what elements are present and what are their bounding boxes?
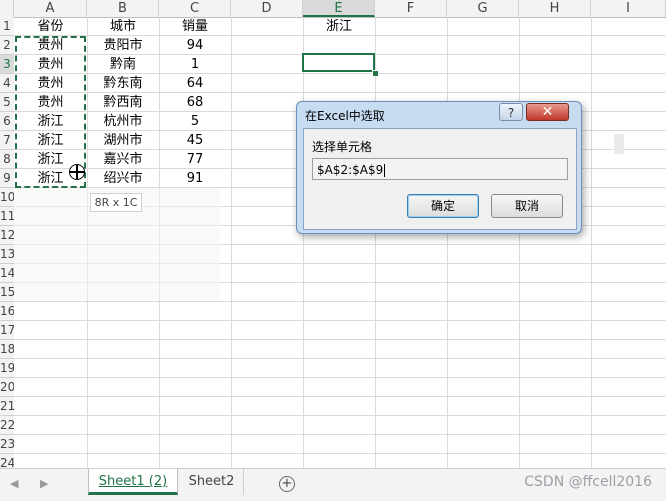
cell-c4[interactable]: 64 bbox=[159, 74, 231, 93]
column-header-f[interactable]: F bbox=[375, 0, 447, 17]
cell-a1[interactable]: 省份 bbox=[14, 17, 87, 36]
row-header-1[interactable]: 1 bbox=[0, 17, 14, 36]
column-header-e[interactable]: E bbox=[303, 0, 375, 17]
grid-row-line bbox=[14, 339, 666, 340]
cell-b2[interactable]: 贵阳市 bbox=[87, 36, 159, 55]
select-range-dialog: 在Excel中选取 ? ✕ 选择单元格 $A$2:$A$9 确定 取消 bbox=[296, 101, 582, 234]
grid-column-line bbox=[519, 17, 520, 468]
row-header-17[interactable]: 17 bbox=[0, 321, 14, 340]
add-sheet-icon[interactable]: + bbox=[279, 476, 295, 492]
tab-sheet1-2[interactable]: Sheet1 (2) bbox=[88, 469, 178, 495]
column-header-c[interactable]: C bbox=[159, 0, 231, 17]
cell-c3[interactable]: 1 bbox=[159, 55, 231, 74]
row-header-2[interactable]: 2 bbox=[0, 36, 14, 55]
column-header-a[interactable]: A bbox=[14, 0, 87, 17]
row-header-22[interactable]: 22 bbox=[0, 416, 14, 435]
row-header-3[interactable]: 3 bbox=[0, 55, 14, 74]
row-header-10[interactable]: 10 bbox=[0, 188, 14, 207]
close-button[interactable]: ✕ bbox=[526, 103, 569, 121]
cell-c9[interactable]: 91 bbox=[159, 169, 231, 188]
grid-row-line bbox=[14, 415, 666, 416]
grid-column-line bbox=[375, 17, 376, 468]
scroll-tabs-left-icon[interactable]: ◀ bbox=[10, 477, 18, 490]
move-cursor-icon bbox=[69, 164, 85, 180]
grid-column-line bbox=[303, 17, 304, 468]
row-header-12[interactable]: 12 bbox=[0, 226, 14, 245]
grid-row-line bbox=[14, 396, 666, 397]
active-cell-e3[interactable] bbox=[302, 53, 375, 72]
row-header-9[interactable]: 9 bbox=[0, 169, 14, 188]
cell-b1[interactable]: 城市 bbox=[87, 17, 159, 36]
row-header-21[interactable]: 21 bbox=[0, 397, 14, 416]
row-header-5[interactable]: 5 bbox=[0, 93, 14, 112]
text-caret bbox=[384, 164, 386, 177]
range-input-value: $A$2:$A$9 bbox=[317, 163, 384, 177]
grid-row-line bbox=[14, 377, 666, 378]
selection-size-tooltip: 8R x 1C bbox=[90, 193, 142, 212]
column-header-b[interactable]: B bbox=[87, 0, 159, 17]
watermark-text: CSDN @ffcell2016 bbox=[524, 474, 652, 490]
grid-row-line bbox=[14, 358, 666, 359]
cancel-button[interactable]: 取消 bbox=[491, 194, 563, 218]
dialog-body: 选择单元格 $A$2:$A$9 确定 取消 bbox=[303, 128, 577, 230]
range-input[interactable]: $A$2:$A$9 bbox=[312, 158, 568, 180]
grid-row-line bbox=[14, 434, 666, 435]
cell-b8[interactable]: 嘉兴市 bbox=[87, 150, 159, 169]
fill-handle[interactable] bbox=[372, 70, 379, 77]
grid-column-line bbox=[447, 17, 448, 468]
select-all-corner[interactable] bbox=[0, 0, 14, 17]
row-header-23[interactable]: 23 bbox=[0, 435, 14, 454]
cell-b7[interactable]: 湖州市 bbox=[87, 131, 159, 150]
grid-column-line bbox=[591, 17, 592, 468]
row-header-18[interactable]: 18 bbox=[0, 340, 14, 359]
row-header-14[interactable]: 14 bbox=[0, 264, 14, 283]
row-header-19[interactable]: 19 bbox=[0, 359, 14, 378]
range-label: 选择单元格 bbox=[312, 140, 373, 154]
grid-row-line bbox=[14, 453, 666, 454]
cell-b3[interactable]: 黔南 bbox=[87, 55, 159, 74]
grid-row-line bbox=[14, 320, 666, 321]
column-header-row: A B C D E F G H I bbox=[0, 0, 666, 18]
tab-sheet2[interactable]: Sheet2 bbox=[180, 469, 244, 495]
row-header-6[interactable]: 6 bbox=[0, 112, 14, 131]
grid-column-line bbox=[231, 17, 232, 468]
row-header-4[interactable]: 4 bbox=[0, 74, 14, 93]
scroll-indicator bbox=[614, 134, 624, 154]
cell-b9[interactable]: 绍兴市 bbox=[87, 169, 159, 188]
column-header-h[interactable]: H bbox=[519, 0, 591, 17]
row-header-24[interactable]: 24 bbox=[0, 454, 14, 468]
grid-row-line bbox=[14, 301, 666, 302]
cell-c2[interactable]: 94 bbox=[159, 36, 231, 55]
row-header-16[interactable]: 16 bbox=[0, 302, 14, 321]
dialog-title: 在Excel中选取 bbox=[305, 109, 385, 123]
scroll-tabs-right-icon[interactable]: ▶ bbox=[40, 477, 48, 490]
ok-button[interactable]: 确定 bbox=[407, 194, 479, 218]
row-header-7[interactable]: 7 bbox=[0, 131, 14, 150]
cell-b6[interactable]: 杭州市 bbox=[87, 112, 159, 131]
cell-c6[interactable]: 5 bbox=[159, 112, 231, 131]
cell-c7[interactable]: 45 bbox=[159, 131, 231, 150]
row-header-13[interactable]: 13 bbox=[0, 245, 14, 264]
row-header-15[interactable]: 15 bbox=[0, 283, 14, 302]
column-header-d[interactable]: D bbox=[231, 0, 303, 17]
cell-e1[interactable]: 浙江 bbox=[303, 17, 375, 36]
row-header-20[interactable]: 20 bbox=[0, 378, 14, 397]
cell-b4[interactable]: 黔东南 bbox=[87, 74, 159, 93]
cell-c8[interactable]: 77 bbox=[159, 150, 231, 169]
cell-c5[interactable]: 68 bbox=[159, 93, 231, 112]
cell-c1[interactable]: 销量 bbox=[159, 17, 231, 36]
column-header-g[interactable]: G bbox=[447, 0, 519, 17]
cell-b5[interactable]: 黔西南 bbox=[87, 93, 159, 112]
column-header-i[interactable]: I bbox=[591, 0, 666, 17]
row-header-11[interactable]: 11 bbox=[0, 207, 14, 226]
row-header-8[interactable]: 8 bbox=[0, 150, 14, 169]
help-button[interactable]: ? bbox=[499, 103, 523, 121]
spreadsheet-area[interactable]: A B C D E F G H I 1 2 3 4 5 6 7 8 9 10 11 12 13 14 15 1… bbox=[0, 0, 666, 468]
